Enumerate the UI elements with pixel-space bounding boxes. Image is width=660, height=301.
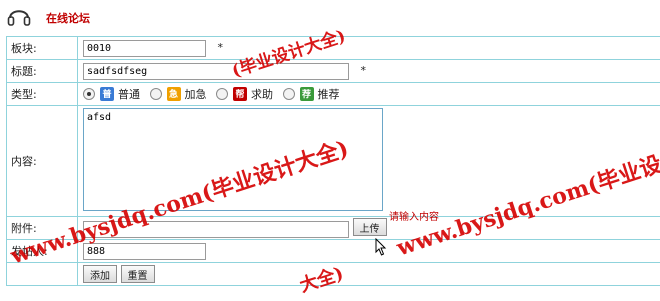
subject-row: 标题: * — [6, 59, 660, 83]
mouse-cursor-icon — [375, 238, 387, 256]
type-option-recommend[interactable]: 荐 推荐 — [282, 86, 340, 102]
radio-normal[interactable] — [83, 87, 95, 100]
attachment-row: 附件: 上传 — [6, 216, 660, 240]
add-button[interactable]: 添加 — [83, 265, 117, 283]
content-hint: 请输入内容 — [389, 212, 439, 223]
board-row: 板块: * — [6, 36, 660, 60]
subject-input[interactable] — [83, 62, 349, 80]
type-option-label: 求助 — [251, 87, 273, 101]
actions-row: 添加 重置 — [6, 262, 660, 286]
attachment-label: 附件: — [6, 216, 78, 240]
content-label: 内容: — [6, 105, 78, 217]
board-label: 板块: — [6, 36, 78, 60]
type-option-label: 推荐 — [317, 87, 340, 101]
type-option-urgent[interactable]: 急 加急 — [149, 86, 207, 102]
radio-recommend[interactable] — [282, 87, 295, 100]
radio-urgent[interactable] — [149, 87, 162, 100]
board-input[interactable] — [83, 39, 206, 57]
headphones-icon — [7, 10, 31, 26]
radio-help[interactable] — [216, 87, 228, 100]
reset-button[interactable]: 重置 — [120, 265, 155, 283]
type-option-label: 加急 — [184, 87, 207, 101]
type-row: 类型: 普 普通 急 加急 帮 求助 荐 推荐 — [6, 82, 660, 106]
subject-required-mark: * — [360, 63, 367, 77]
normal-icon: 普 — [100, 86, 114, 101]
header: 在线论坛 — [0, 0, 660, 33]
poster-row: 发帖人: — [6, 239, 660, 263]
post-form: 板块: * 标题: * 类型: 普 普通 急 加急 帮 — [6, 36, 660, 286]
poster-input[interactable] — [83, 242, 206, 260]
type-option-help[interactable]: 帮 求助 — [216, 86, 273, 102]
type-option-normal[interactable]: 普 普通 — [83, 86, 140, 102]
attachment-input[interactable] — [83, 220, 349, 238]
content-row: 内容: afsd — [6, 105, 660, 217]
urgent-icon: 急 — [166, 86, 181, 101]
upload-button[interactable]: 上传 — [352, 218, 387, 237]
recommend-icon: 荐 — [299, 86, 314, 101]
type-label: 类型: — [6, 82, 78, 106]
board-required-mark: * — [217, 40, 224, 54]
subject-label: 标题: — [6, 59, 78, 83]
type-option-label: 普通 — [118, 87, 140, 101]
page-title: 在线论坛 — [46, 12, 90, 25]
content-textarea[interactable]: afsd — [83, 108, 383, 211]
help-icon: 帮 — [233, 86, 247, 101]
poster-label: 发帖人: — [6, 239, 78, 263]
